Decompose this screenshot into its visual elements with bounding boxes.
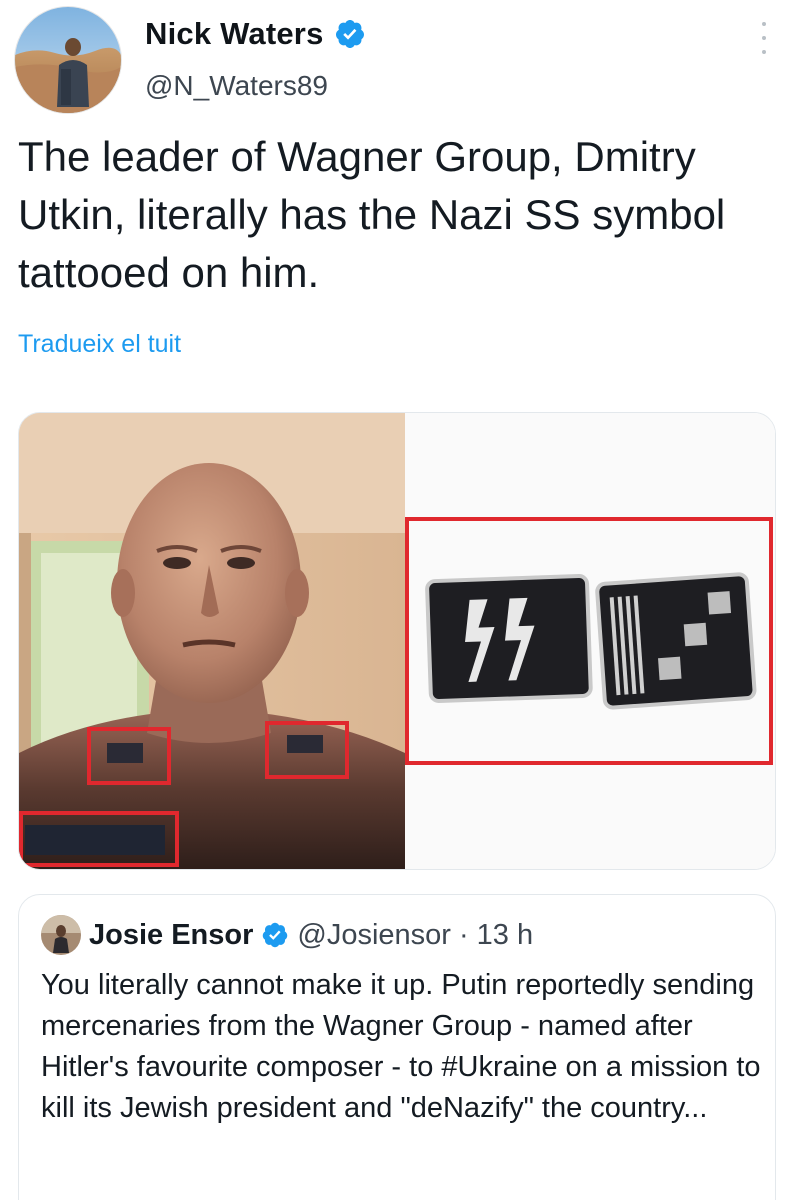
author-handle[interactable]: @N_Waters89	[145, 70, 328, 102]
more-options-icon[interactable]	[758, 22, 770, 54]
quoted-author-handle[interactable]: @Josiensor	[297, 919, 451, 952]
photo-man-with-tattoos	[19, 413, 405, 869]
tweet-text: The leader of Wagner Group, Dmitry Utkin…	[18, 133, 726, 296]
quoted-author-avatar[interactable]	[41, 915, 81, 955]
quoted-verified-badge-icon	[263, 922, 288, 948]
quoted-author-name[interactable]: Josie Ensor	[89, 919, 253, 952]
tweet-page: Nick Waters @N_Waters89 The leader of Wa…	[0, 0, 800, 1200]
photo-ss-collar-insignia	[405, 413, 775, 869]
translate-tweet-link[interactable]: Tradueix el tuit	[18, 330, 181, 359]
author-name: Nick Waters	[145, 16, 324, 51]
quoted-tweet-header: Josie Ensor @Josiensor · 13 h	[41, 915, 533, 955]
media-photo-right[interactable]	[405, 413, 775, 869]
author-avatar-photo	[15, 7, 121, 113]
quoted-tweet[interactable]: Josie Ensor @Josiensor · 13 h You litera…	[18, 894, 776, 1200]
quoted-tweet-time[interactable]: 13 h	[477, 919, 533, 952]
meta-separator: ·	[458, 918, 469, 951]
author-name-row[interactable]: Nick Waters	[145, 16, 366, 52]
quoted-tweet-text: You literally cannot make it up. Putin r…	[41, 969, 761, 1124]
tweet-media[interactable]	[18, 412, 776, 870]
quoted-author-avatar-photo	[41, 915, 81, 955]
media-photo-left[interactable]	[19, 413, 405, 869]
author-avatar[interactable]	[14, 6, 122, 114]
verified-badge-icon	[335, 20, 364, 48]
